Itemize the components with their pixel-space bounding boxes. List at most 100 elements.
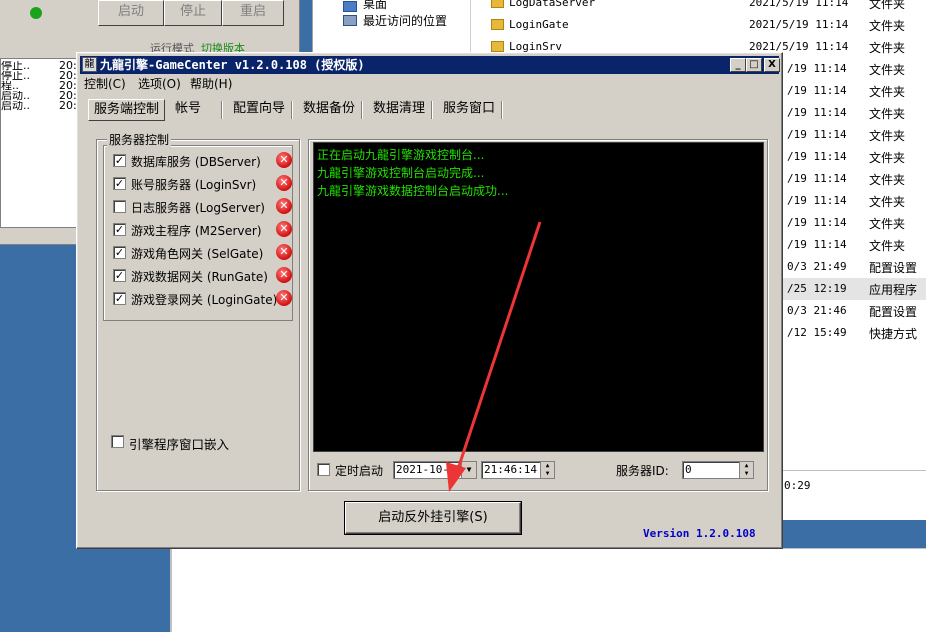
service-stopped-icon[interactable]: ✕ [276,221,292,237]
explorer-details: 0:29 [782,470,926,520]
spin-up-icon: ▲ [545,462,550,469]
service-checkbox[interactable] [113,200,126,213]
spin-down-icon: ▼ [545,470,550,477]
service-label: 游戏数据网关 (RunGate) [131,270,268,284]
server-id-input[interactable]: 0 ▲ ▼ [682,461,754,479]
file-type: 文件夹 [869,41,906,55]
embed-window-checkbox[interactable] [111,435,124,448]
file-type: 文件夹 [869,63,906,77]
tab-server-control[interactable]: 服务端控制 [88,99,166,121]
file-date: /19 11:14 [787,84,847,97]
file-date: 0/3 21:46 [787,304,847,317]
file-date: 2021/5/19 11:14 [749,0,849,9]
title-bar[interactable]: 龍 九龍引擎-GameCenter v1.2.0.108 (授权版) _ □ X [80,56,780,74]
service-checkbox[interactable]: ✓ [113,292,126,305]
file-date: /19 11:14 [787,172,847,185]
file-type: 配置设置 [869,305,918,319]
bg-stop-button[interactable]: 停止 [164,0,222,26]
file-type: 文件夹 [869,107,906,121]
service-label: 游戏登录网关 (LoginGate) [131,293,278,307]
file-type: 应用程序 [869,283,918,297]
menu-options[interactable]: 选项(O) [138,75,181,92]
maximize-button[interactable]: □ [746,58,762,72]
file-row[interactable]: LoginGate 2021/5/19 11:14 文件夹 [471,14,926,36]
file-date: /19 11:14 [787,106,847,119]
file-date: 0/3 21:49 [787,260,847,273]
service-stopped-icon[interactable]: ✕ [276,290,292,306]
status-led-icon [30,7,42,19]
file-type: 配置设置 [869,261,918,275]
console-line: 九龍引擎游戏数据控制台启动成功... [317,184,509,198]
file-date: /19 11:14 [787,216,847,229]
service-checkbox[interactable]: ✓ [113,269,126,282]
explorer-status-area [170,548,926,632]
file-type: 文件夹 [869,85,906,99]
time-input[interactable]: 21:46:14 ▲ ▼ [481,461,555,479]
server-id-spinner[interactable]: ▲ ▼ [739,462,753,478]
start-anticheat-button[interactable]: 启动反外挂引擎(S) [345,502,521,534]
folder-icon [491,19,504,30]
service-checkbox[interactable]: ✓ [113,154,126,167]
server-id-label: 服务器ID: [616,464,669,478]
service-label: 数据库服务 (DBServer) [131,155,261,169]
date-picker[interactable]: 2021-10-03 ▼ [393,461,477,479]
file-name: LogDataServer [509,0,596,9]
bg-status-list: 停止.. 20: 停止.. 20: 程.. 20: 启动.. 20: 启动.. … [0,58,78,228]
tab-service-window[interactable]: 服务窗口 [438,99,500,121]
tab-data-cleanup[interactable]: 数据清理 [368,99,430,121]
file-date: /19 11:14 [787,150,847,163]
bg-restart-button[interactable]: 重启 [222,0,284,26]
service-stopped-icon[interactable]: ✕ [276,267,292,283]
spin-up-icon: ▲ [744,462,749,469]
folder-icon [491,41,504,52]
embed-window-label: 引擎程序窗口嵌入 [129,437,230,452]
bg-start-button[interactable]: 启动 [98,0,164,26]
file-date: /12 15:49 [787,326,847,339]
menu-help[interactable]: 帮助(H) [190,75,232,92]
spin-down-icon: ▼ [744,470,749,477]
tab-separator [221,101,223,119]
file-type: 文件夹 [869,217,906,231]
file-date: /19 11:14 [787,194,847,207]
service-label: 游戏主程序 (M2Server) [131,224,262,238]
file-name: LoginGate [509,18,569,31]
console-output: 正在启动九龍引擎游戏控制台... 九龍引擎游戏控制台启动完成... 九龍引擎游戏… [313,142,764,452]
menu-bar: 控制(C) 选项(O) 帮助(H) [80,74,779,92]
service-checkbox[interactable]: ✓ [113,246,126,259]
close-button[interactable]: X [764,58,780,72]
service-checkbox[interactable]: ✓ [113,223,126,236]
desktop-icon [343,1,357,12]
file-date: /25 12:19 [787,282,847,295]
tab-account[interactable]: 帐号 [170,99,206,121]
app-logo-icon: 龍 [82,57,97,72]
service-label: 账号服务器 (LoginSvr) [131,178,257,192]
dropdown-arrow-icon[interactable]: ▼ [461,462,476,478]
file-type: 快捷方式 [869,327,918,341]
file-type: 文件夹 [869,151,906,165]
file-row[interactable]: LogDataServer 2021/5/19 11:14 文件夹 [471,0,926,14]
service-checkbox[interactable]: ✓ [113,177,126,190]
timer-checkbox[interactable] [317,463,330,476]
file-type: 文件夹 [869,173,906,187]
file-type: 文件夹 [869,195,906,209]
tab-separator [361,101,363,119]
service-stopped-icon[interactable]: ✕ [276,175,292,191]
service-label: 日志服务器 (LogServer) [131,201,265,215]
service-stopped-icon[interactable]: ✕ [276,152,292,168]
file-type: 文件夹 [869,129,906,143]
service-stopped-icon[interactable]: ✕ [276,244,292,260]
tab-separator [431,101,433,119]
tab-config-wizard[interactable]: 配置向导 [228,99,290,121]
window-title: 九龍引擎-GameCenter v1.2.0.108 (授权版) [100,58,365,72]
tab-data-backup[interactable]: 数据备份 [298,99,360,121]
timer-label: 定时启动 [335,464,384,478]
tab-separator [291,101,293,119]
minimize-button[interactable]: _ [730,58,746,72]
version-label: Version 1.2.0.108 [643,527,756,540]
gamecenter-window: 龍 九龍引擎-GameCenter v1.2.0.108 (授权版) _ □ X… [76,52,783,549]
service-stopped-icon[interactable]: ✕ [276,198,292,214]
time-spinner[interactable]: ▲ ▼ [540,462,554,478]
folder-icon [491,0,504,8]
file-date: /19 11:14 [787,62,847,75]
menu-control[interactable]: 控制(C) [84,75,126,92]
